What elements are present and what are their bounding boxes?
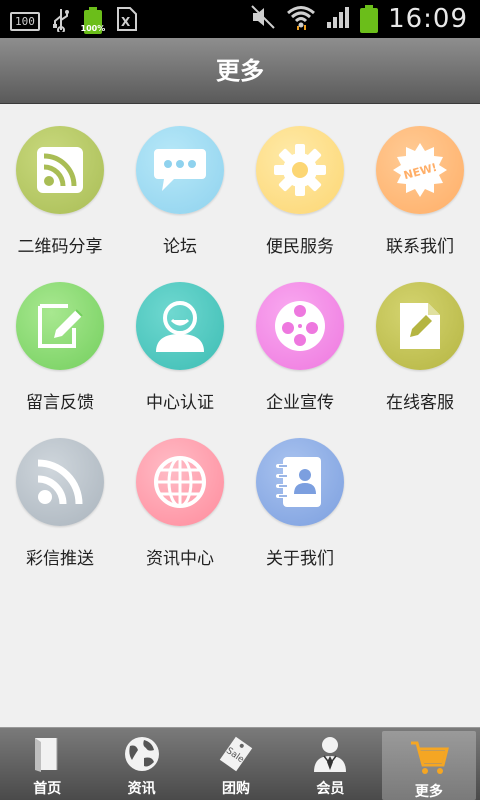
grid-item-label: 企业宣传 [266, 393, 334, 413]
grid-item-about[interactable]: 关于我们 [240, 416, 360, 572]
battery-icon [360, 5, 379, 33]
grid-item-auth[interactable]: 中心认证 [120, 260, 240, 416]
usb-icon [52, 8, 70, 35]
grid-item-label: 资讯中心 [146, 549, 214, 569]
chat-bubble-icon [136, 126, 224, 214]
grid-item-label: 联系我们 [386, 237, 454, 257]
battery-small-pct: 100% [80, 24, 106, 33]
grid-item-promo[interactable]: 企业宣传 [240, 260, 360, 416]
globe-icon [122, 734, 162, 774]
grid-item-forum[interactable]: 论坛 [120, 104, 240, 260]
svg-text:X: X [121, 15, 131, 29]
rss-icon [16, 126, 104, 214]
member-icon [310, 734, 350, 774]
page-title: 更多 [216, 57, 264, 85]
indicator-box: 100 [10, 11, 40, 31]
nav-item-label: 首页 [33, 781, 62, 797]
grid-item-label: 二维码分享 [17, 237, 103, 257]
address-book-icon [256, 438, 344, 526]
clock: 16:09 [388, 4, 468, 34]
mute-icon [250, 4, 276, 34]
film-reel-icon [256, 282, 344, 370]
document-edit-icon [376, 282, 464, 370]
book-icon [27, 734, 67, 774]
nav-item-label: 资讯 [127, 781, 156, 797]
grid-item-label: 论坛 [163, 237, 197, 257]
grid-item-label: 彩信推送 [26, 549, 94, 569]
nav-item-label: 会员 [316, 781, 345, 797]
bottom-nav: 首页 资讯 Sale 团购 会员 更多 [0, 727, 480, 800]
grid-item-feedback[interactable]: 留言反馈 [0, 260, 120, 416]
globe-icon [136, 438, 224, 526]
new-badge-icon: NEW! [376, 126, 464, 214]
sale-tag-icon: Sale [216, 734, 256, 774]
user-icon [136, 282, 224, 370]
nav-item-more[interactable]: 更多 [381, 731, 477, 800]
grid-item-contact[interactable]: NEW! 联系我们 [360, 104, 480, 260]
status-bar: 100 100% X 16:09 [0, 0, 480, 38]
grid-item-support[interactable]: 在线客服 [360, 260, 480, 416]
nav-item-member[interactable]: 会员 [283, 728, 377, 800]
battery-small-icon: 100% [80, 7, 106, 35]
grid-item-news-center[interactable]: 资讯中心 [120, 416, 240, 572]
sim-card-icon: X [116, 6, 138, 36]
grid-item-label: 中心认证 [146, 393, 214, 413]
nav-item-home[interactable]: 首页 [0, 728, 94, 800]
nav-item-group-buy[interactable]: Sale 团购 [189, 728, 283, 800]
grid-item-qr-share[interactable]: 二维码分享 [0, 104, 120, 260]
nav-item-label: 团购 [222, 781, 251, 797]
nav-item-news[interactable]: 资讯 [94, 728, 188, 800]
signal-icon [326, 5, 350, 33]
rss-icon [16, 438, 104, 526]
edit-icon [16, 282, 104, 370]
grid-item-mms-push[interactable]: 彩信推送 [0, 416, 120, 572]
cart-icon [409, 737, 449, 777]
grid-item-label: 关于我们 [266, 549, 334, 569]
gear-icon [256, 126, 344, 214]
grid-item-label: 便民服务 [266, 237, 334, 257]
grid-item-label: 在线客服 [386, 393, 454, 413]
grid-item-label: 留言反馈 [26, 393, 94, 413]
nav-item-label: 更多 [414, 784, 443, 800]
title-bar: 更多 [0, 38, 480, 104]
grid-item-service[interactable]: 便民服务 [240, 104, 360, 260]
wifi-icon [286, 4, 316, 34]
